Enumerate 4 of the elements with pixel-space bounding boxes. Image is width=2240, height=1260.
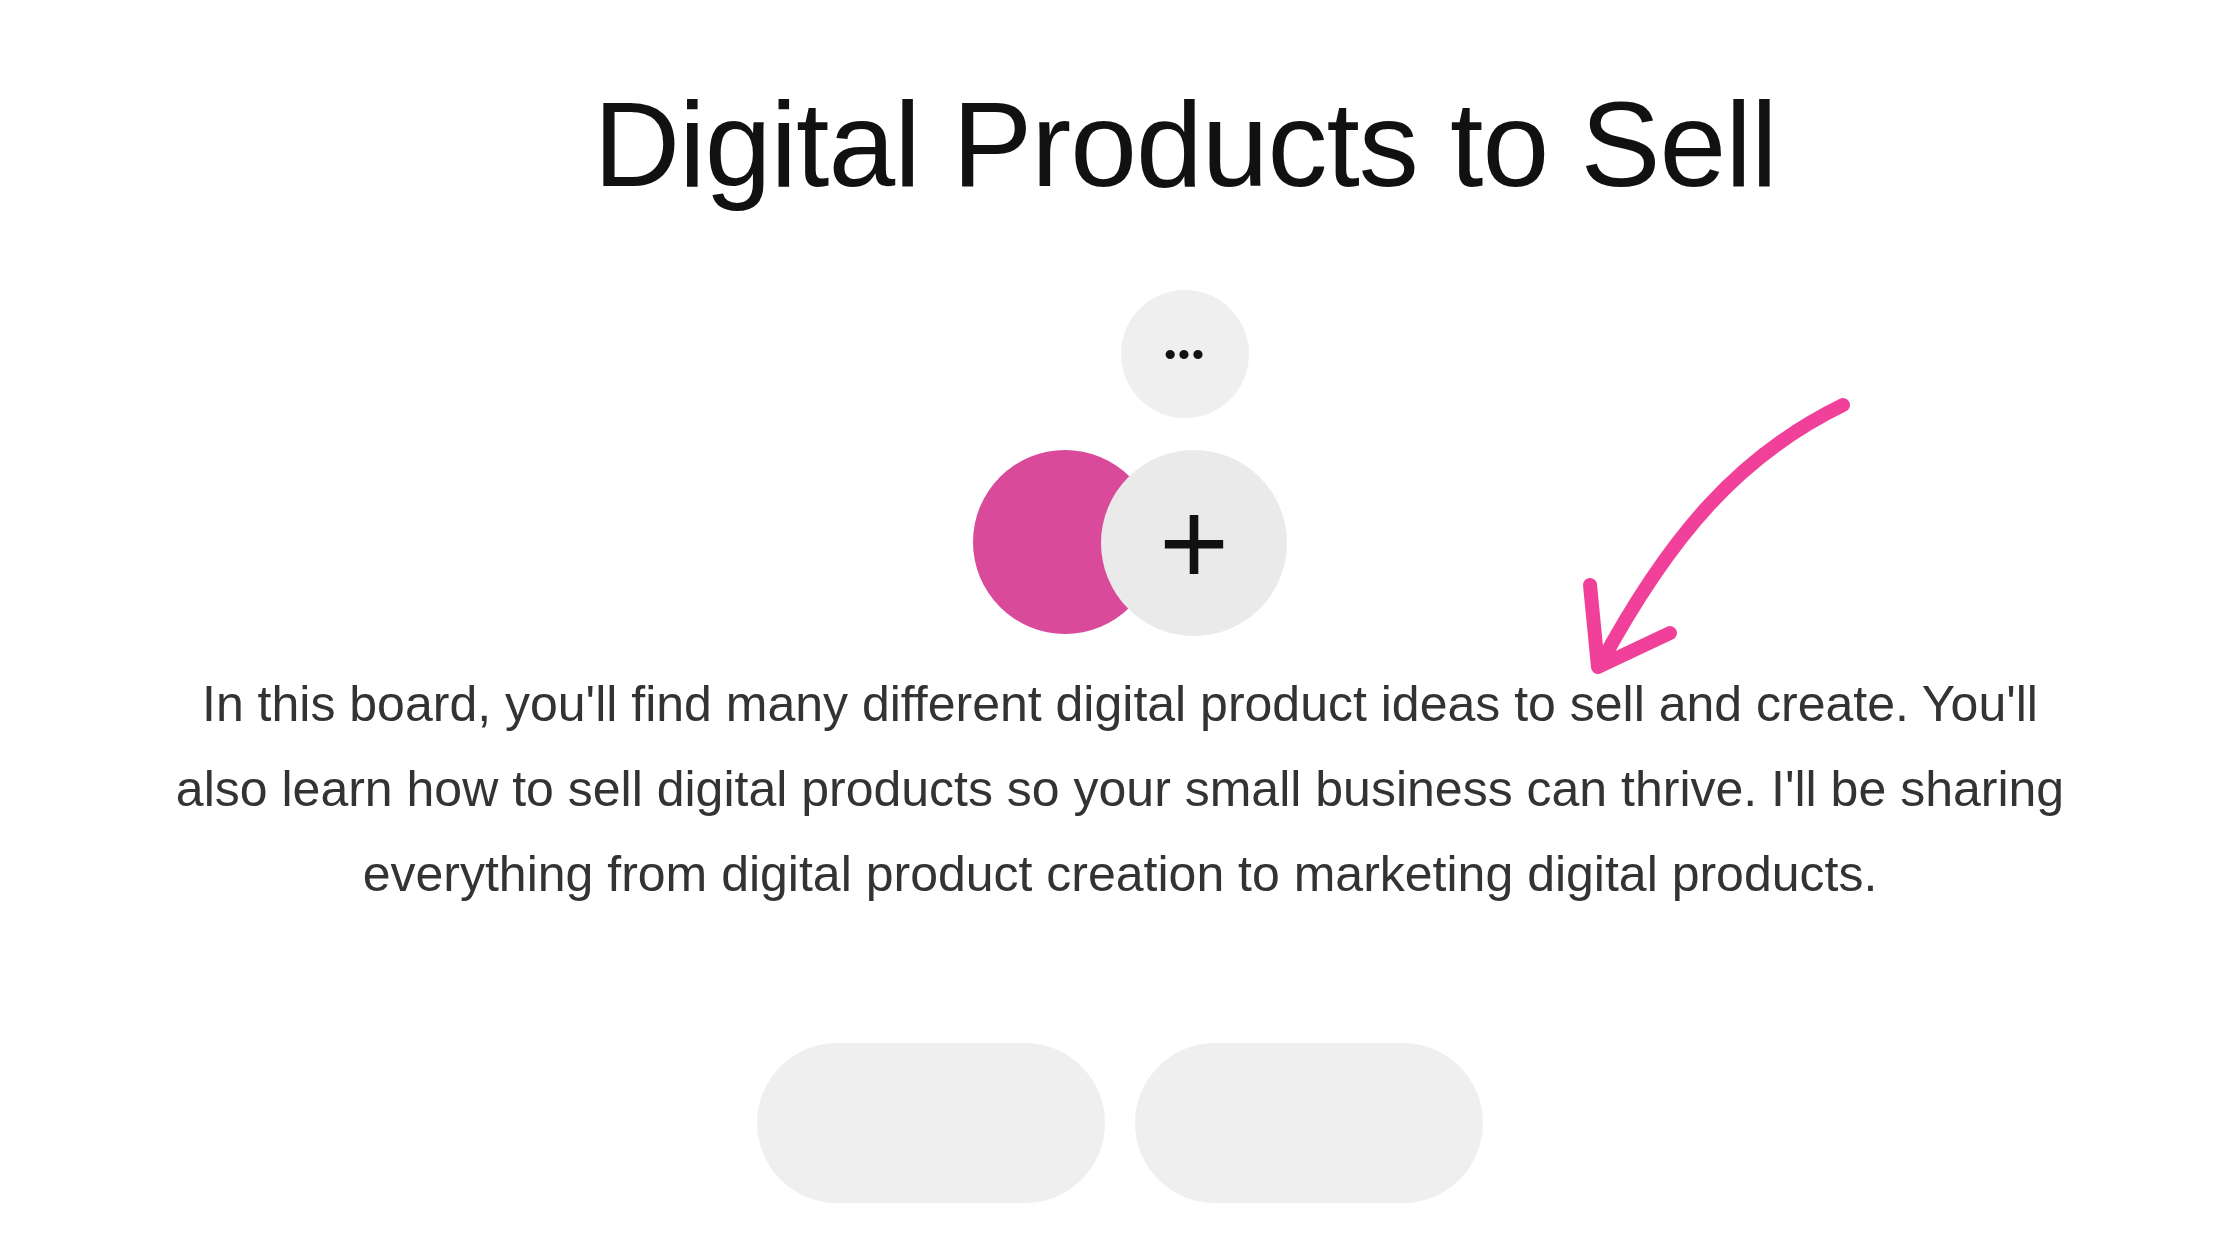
board-description: In this board, you'll find many different digital product ideas to sell and create. You'll also learn how to sell digital products so your small business can thrive. I'll be sharing everything from digital product creation to marketing digital products.	[174, 675, 2066, 904]
board-title: Digital Products to Sell	[593, 78, 1777, 210]
add-collaborator-button[interactable]: +	[1101, 450, 1287, 636]
more-options-button[interactable]: •••	[1121, 290, 1249, 418]
